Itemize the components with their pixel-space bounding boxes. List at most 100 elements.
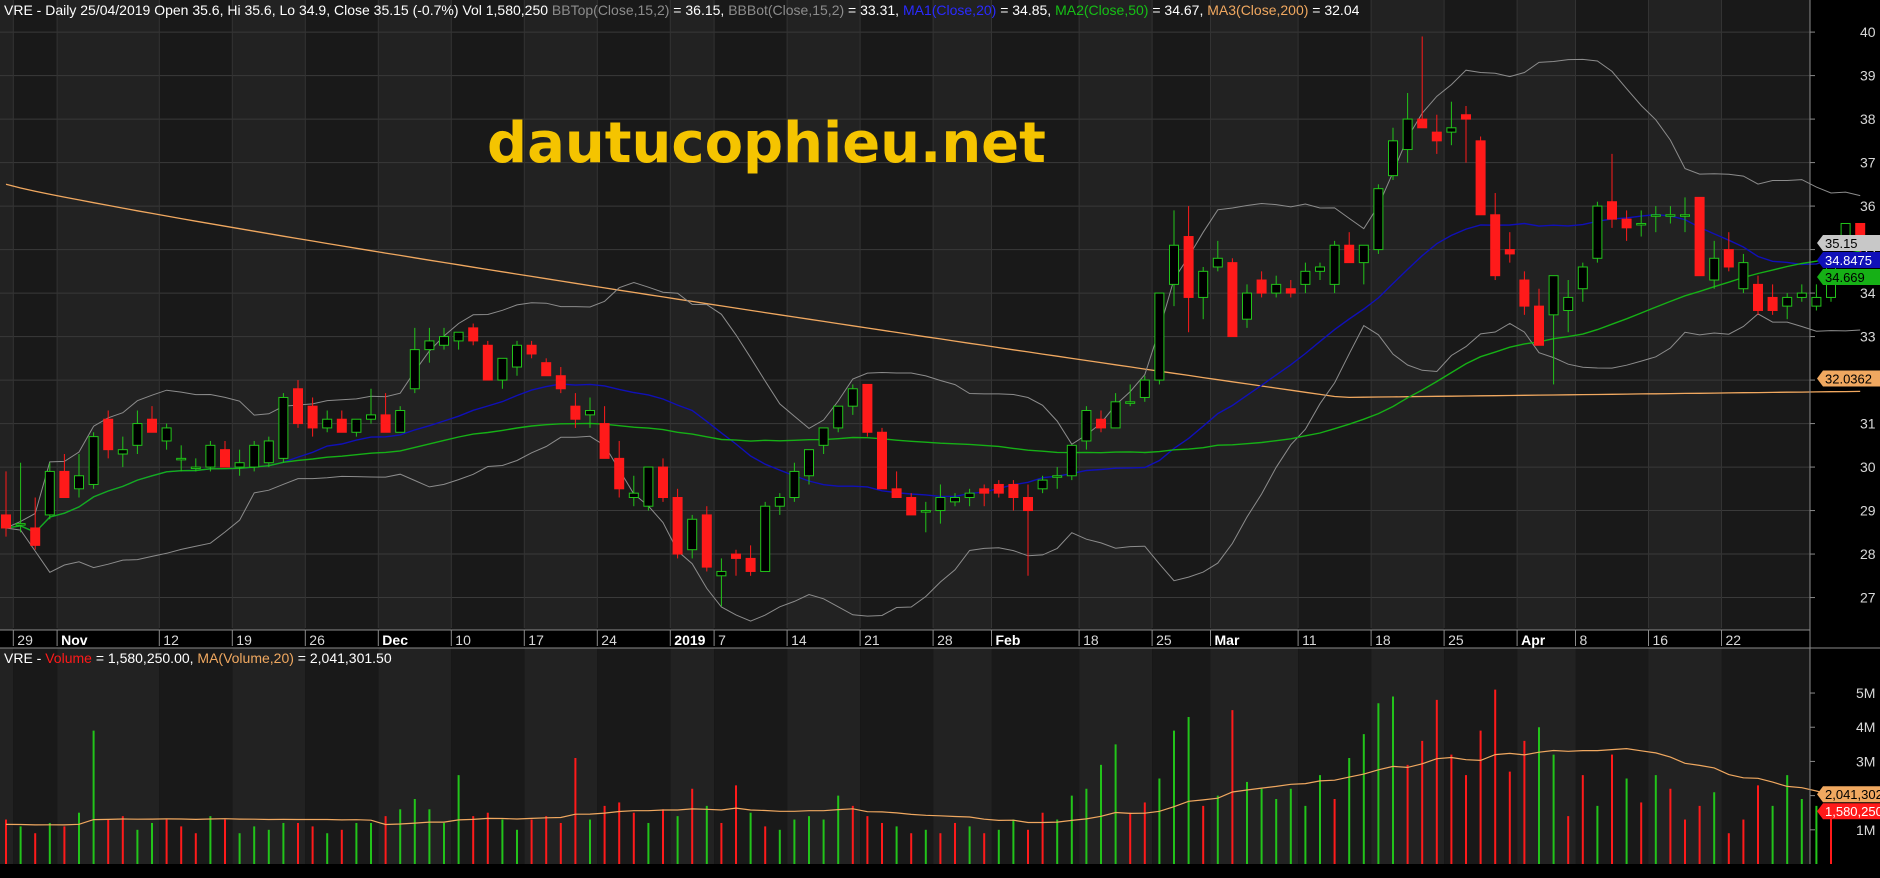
price-band <box>305 0 379 630</box>
candle-body <box>993 483 1004 494</box>
candle-body <box>161 427 172 442</box>
candle-body <box>1227 262 1238 338</box>
candle <box>278 393 289 463</box>
price-band <box>378 0 452 630</box>
candle-body <box>59 470 70 499</box>
candle-body <box>1796 292 1807 298</box>
candle-body <box>439 336 449 346</box>
volume-band <box>1210 648 1299 864</box>
candle-body <box>1256 279 1267 294</box>
candle-body <box>351 418 362 433</box>
candle-body <box>395 410 406 433</box>
candle <box>1154 292 1165 385</box>
volume-header-name: Volume <box>45 650 92 666</box>
candle-body <box>818 427 829 446</box>
candle-body <box>1183 236 1194 298</box>
candle-body <box>1694 196 1705 277</box>
candle-body <box>453 331 464 342</box>
date-tick-label: 18 <box>1083 632 1099 648</box>
price-band <box>597 0 671 630</box>
date-tick-label: 8 <box>1580 632 1588 648</box>
header-bbtop-name: BBTop(Close,15,2) <box>552 2 670 18</box>
date-tick-label: 18 <box>1375 632 1391 648</box>
candle-body <box>862 383 873 433</box>
candle-body <box>249 444 260 468</box>
candle-body <box>1242 292 1252 320</box>
candle-body <box>1358 244 1369 264</box>
candle-body <box>1300 270 1311 285</box>
price-tick-label: 37 <box>1860 155 1876 171</box>
candle <box>1475 136 1486 216</box>
price-tick-label: 31 <box>1860 416 1876 432</box>
price-band <box>1298 0 1372 630</box>
value-tag-text: 32.0362 <box>1825 371 1872 386</box>
candle <box>672 488 683 559</box>
candle-body <box>701 514 712 568</box>
candle-body <box>1285 288 1296 294</box>
candle-body <box>1475 140 1486 216</box>
candle-body <box>847 388 858 407</box>
price-value-tag: 34.669 <box>1817 269 1880 286</box>
candle-body <box>541 362 552 377</box>
candle <box>263 436 274 468</box>
volume-header-prefix: VRE - <box>4 650 45 666</box>
candle <box>833 405 844 433</box>
date-tick-label: 14 <box>791 632 807 648</box>
value-tag-text: 34.8475 <box>1825 253 1872 268</box>
price-band <box>1517 0 1576 630</box>
date-tick-label: 16 <box>1653 632 1669 648</box>
price-band <box>1721 0 1810 630</box>
candle-body <box>585 410 595 416</box>
candle-body <box>979 488 990 494</box>
price-value-tag: 32.0362 <box>1817 370 1880 387</box>
date-tick-label: 10 <box>455 632 471 648</box>
candle-body <box>614 457 625 490</box>
candle <box>44 462 55 520</box>
stock-chart[interactable]: dautucophieu.net 27282930313233343536373… <box>0 0 1880 878</box>
candle-body <box>424 340 435 351</box>
candle <box>88 432 99 489</box>
price-band <box>1444 0 1518 630</box>
candle-body <box>176 457 187 461</box>
price-tick-label: 30 <box>1860 459 1876 475</box>
candle-body <box>1052 475 1063 478</box>
candle-body <box>687 518 698 551</box>
candle-body <box>278 396 289 459</box>
price-band <box>860 0 934 630</box>
header-bbtop-value: = 36.15, <box>669 2 728 18</box>
candle-body <box>1461 114 1471 120</box>
candle-body <box>293 388 303 425</box>
candle-body <box>482 344 493 381</box>
header-ma1-value: = 34.85, <box>996 2 1055 18</box>
price-tick-label: 27 <box>1860 590 1876 606</box>
candle-body <box>1446 127 1457 133</box>
candle-body <box>1417 118 1428 129</box>
candle-body <box>497 357 508 381</box>
candle-body <box>877 431 887 490</box>
candle-body <box>1388 140 1398 177</box>
candle-body <box>1753 283 1763 311</box>
candle-body <box>1066 444 1077 477</box>
candle-body <box>1577 266 1588 290</box>
price-value-tag: 34.8475 <box>1817 252 1880 269</box>
header-ma3-value: = 32.04 <box>1308 2 1359 18</box>
candle-body <box>1840 222 1851 238</box>
candle-body <box>920 510 931 513</box>
candle-body <box>1139 379 1150 398</box>
date-tick-label: 21 <box>864 632 880 648</box>
date-tick-label: 28 <box>937 632 953 648</box>
date-tick-label: Dec <box>382 632 408 648</box>
header-prefix: VRE - Daily 25/04/2019 Open 35.6, Hi 35.… <box>4 2 552 18</box>
volume-band <box>1721 648 1810 864</box>
date-tick-label: Apr <box>1521 632 1546 648</box>
candle <box>760 501 771 572</box>
candle-body <box>1023 497 1033 512</box>
value-tag-text: 34.669 <box>1825 270 1865 285</box>
price-value-tag: 35.15 <box>1817 235 1880 252</box>
candle-body <box>1519 279 1530 307</box>
candle-body <box>760 505 771 572</box>
header-ma1-name: MA1(Close,20) <box>903 2 996 18</box>
header-ma2-value: = 34.67, <box>1148 2 1207 18</box>
candle-body <box>1738 262 1749 290</box>
candle-body <box>1315 266 1325 272</box>
